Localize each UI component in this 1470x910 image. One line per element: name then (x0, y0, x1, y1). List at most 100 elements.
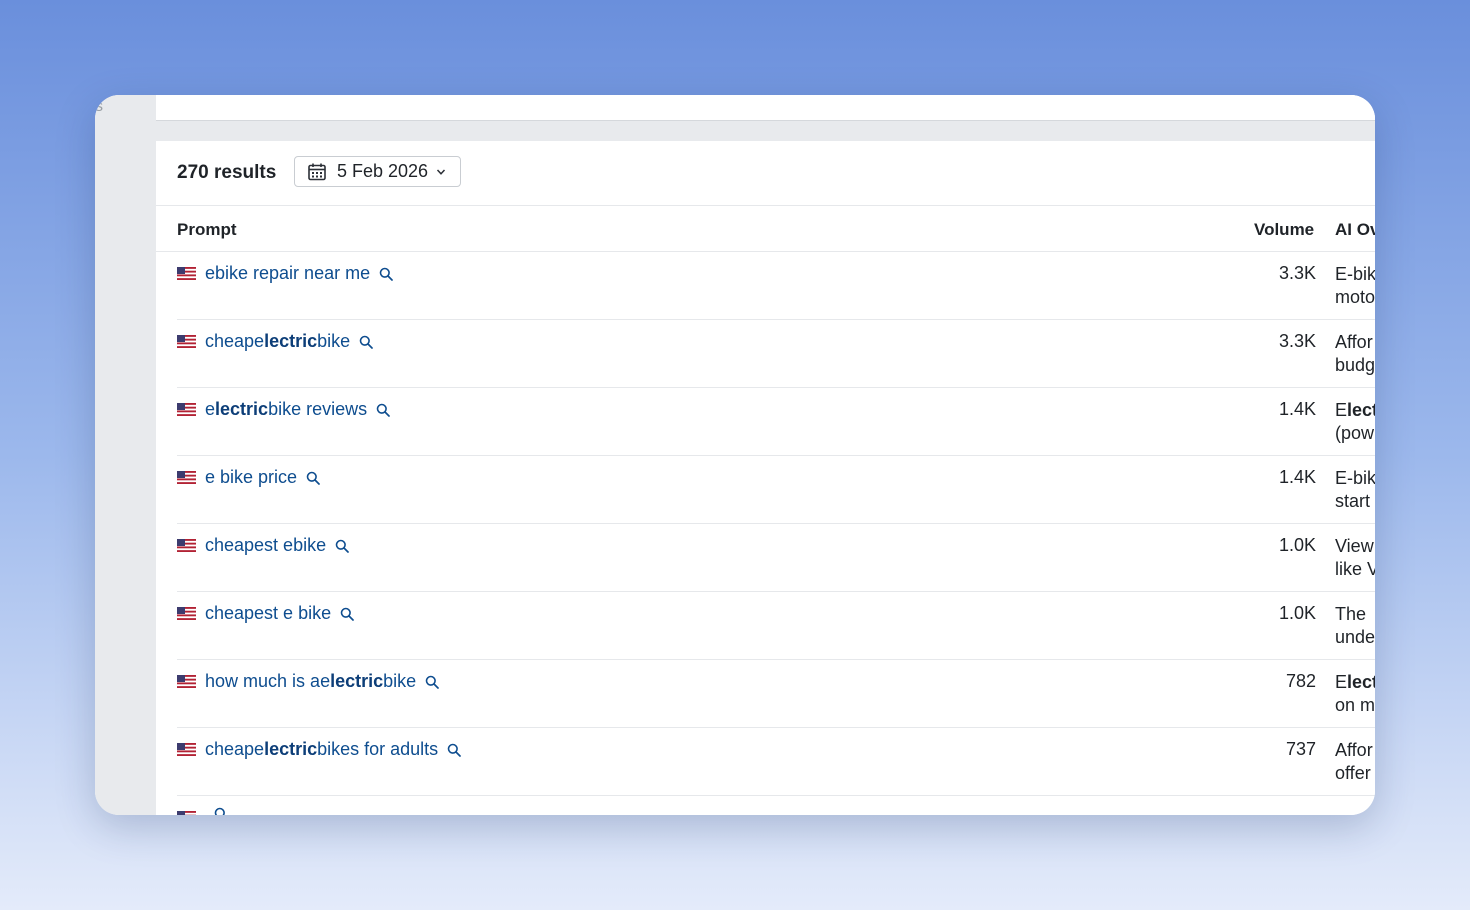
ai-overview-part: View (1335, 536, 1374, 556)
column-header-ai-overview[interactable]: AI Ov (1335, 220, 1375, 240)
keyword-part: e (254, 739, 265, 759)
ai-overview-part: on m (1335, 695, 1375, 715)
sidebar-cut-label: s (95, 98, 103, 115)
us-flag-icon (177, 471, 196, 484)
keyword-highlight: lectric (264, 331, 318, 351)
chevron-down-icon (437, 168, 446, 175)
ai-overview-snippet: Elect on m (1335, 671, 1375, 717)
volume-value: 737 (1285, 739, 1316, 759)
column-header-prompt[interactable]: Prompt (177, 220, 237, 240)
volume-value: 1.0K (1278, 603, 1316, 623)
us-flag-icon (177, 335, 196, 348)
keyword-part: e (205, 399, 216, 419)
keyword-link[interactable]: cheapest ebike (205, 535, 349, 556)
ai-overview-snippet: Affor budg (1335, 331, 1375, 377)
us-flag-icon (177, 539, 196, 552)
keyword-part: e bike price (205, 467, 298, 487)
keyword-part: bike reviews (268, 399, 368, 419)
us-flag-icon (177, 811, 196, 815)
table-row: how much is a e lectric bike 782 Elect on m (177, 660, 1375, 728)
keyword-link[interactable]: e bike price (205, 467, 320, 488)
search-icon[interactable] (425, 675, 440, 689)
ai-overview-highlight: lect (1347, 400, 1375, 420)
keyword-part: cheapest e bike (205, 603, 332, 623)
date-picker-label: 5 Feb 2026 (337, 161, 429, 181)
keyword-part: cheap (205, 331, 255, 351)
sidebar: s (95, 95, 156, 815)
ai-overview-part: (pow (1335, 423, 1375, 443)
table-row: cheap e lectric bike 3.3K Affor budg (177, 320, 1375, 388)
keyword-part: e (320, 671, 331, 691)
table-row: cheapest ebike 1.0K View like V (177, 524, 1375, 592)
table-row: e bike price 1.4K E-bik start (177, 456, 1375, 524)
volume-value: 782 (1285, 671, 1316, 691)
keyword-highlight: lectric (215, 399, 269, 419)
ai-overview-part: like V (1335, 559, 1375, 579)
search-icon[interactable] (379, 267, 393, 281)
volume-value: 1.4K (1278, 467, 1316, 487)
ai-overview-snippet: Elect (pow (1335, 399, 1375, 445)
ai-overview-part: budg (1335, 355, 1375, 375)
column-header-volume[interactable]: Volume (1254, 220, 1314, 240)
ai-overview-part: start (1335, 491, 1371, 511)
ai-overview-part: Affor (1335, 332, 1373, 352)
results-count: 270 results (177, 162, 277, 183)
ai-overview-part: moto (1335, 287, 1375, 307)
results-table-body: ebike repair near me 3.3K E-bik moto cheap e… (156, 252, 1375, 815)
ai-overview-part: unde (1335, 627, 1375, 647)
keyword-part: cheapest ebike (205, 535, 327, 555)
search-icon[interactable] (376, 403, 390, 417)
search-icon[interactable] (359, 335, 373, 349)
ai-overview-part: E-bik (1335, 264, 1375, 284)
ai-overview-part: E (1335, 400, 1348, 420)
keyword-part: bike (317, 331, 351, 351)
ai-overview-snippet: E-bik start (1335, 467, 1375, 513)
keyword-highlight: lectric (264, 739, 318, 759)
table-header: Prompt Volume AI Ov (156, 206, 1375, 252)
volume-value: 1.0K (1278, 535, 1316, 555)
ai-overview-snippet: View like V (1335, 535, 1375, 581)
search-icon[interactable] (306, 471, 320, 485)
search-icon[interactable] (340, 607, 354, 621)
table-row: cheapest e bike 1.0K The unde (177, 592, 1375, 660)
us-flag-icon (177, 743, 196, 756)
keyword-link[interactable]: cheapest e bike (205, 603, 354, 624)
ai-overview-part: E (1335, 672, 1348, 692)
keyword-part: bike (383, 671, 417, 691)
keyword-link[interactable]: how much is a e lectric bike (205, 671, 440, 692)
volume-value: 3.3K (1278, 263, 1316, 283)
ai-overview-highlight: lect (1347, 672, 1375, 692)
us-flag-icon (177, 403, 196, 416)
volume-value: 3.3K (1278, 331, 1316, 351)
table-row: cheap e lectric bikes for adults 737 Affor o… (177, 728, 1375, 796)
keyword-part: ebike repair near me (205, 263, 371, 283)
main-content: 270 results 5 Feb 2026 Prompt Volume AI … (156, 95, 1375, 815)
app-window: s 270 results 5 Feb 2026 Prompt Volume A… (95, 95, 1375, 815)
keyword-link[interactable] (205, 807, 228, 815)
date-picker-button[interactable]: 5 Feb 2026 (294, 156, 461, 187)
table-row: e lectric bike reviews 1.4K Elect (pow (177, 388, 1375, 456)
us-flag-icon (177, 607, 196, 620)
us-flag-icon (177, 267, 196, 280)
keyword-link[interactable]: cheap e lectric bikes for adults (205, 739, 462, 760)
keyword-link[interactable]: ebike repair near me (205, 263, 393, 284)
ai-overview-snippet: E-bik moto (1335, 263, 1375, 309)
ai-overview-snippet: Affor offer (1335, 739, 1373, 785)
search-icon[interactable] (335, 539, 349, 553)
us-flag-icon (177, 675, 196, 688)
section-divider (156, 121, 1375, 141)
keyword-part: bikes for adults (317, 739, 439, 759)
calendar-icon (308, 163, 326, 180)
search-icon[interactable] (214, 807, 228, 815)
ai-overview-part: E-bik (1335, 468, 1375, 488)
keyword-part: cheap (205, 739, 255, 759)
keyword-link[interactable]: e lectric bike reviews (205, 399, 390, 420)
ai-overview-part: The (1335, 604, 1367, 624)
table-row (177, 796, 1375, 815)
search-icon[interactable] (447, 743, 462, 757)
table-row: ebike repair near me 3.3K E-bik moto (177, 252, 1375, 320)
keyword-highlight: lectric (330, 671, 384, 691)
keyword-part: how much is a (205, 671, 321, 691)
top-card (156, 95, 1375, 121)
keyword-link[interactable]: cheap e lectric bike (205, 331, 373, 352)
